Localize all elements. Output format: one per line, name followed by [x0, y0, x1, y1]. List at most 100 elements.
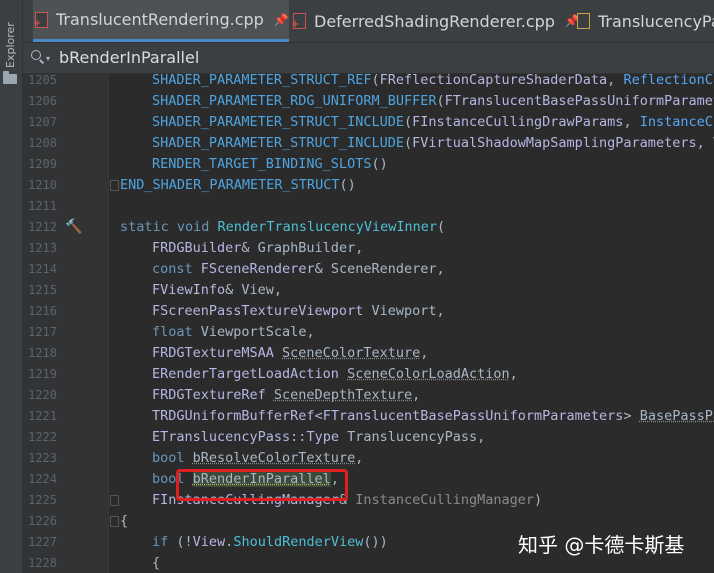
code-line[interactable]: 1218 FRDGTextureMSAA SceneColorTexture,	[23, 343, 714, 364]
code-token: Viewport,	[363, 303, 445, 319]
code-text: static void RenderTranslucencyViewInner(	[120, 217, 445, 238]
code-text: float ViewportScale,	[152, 322, 315, 343]
code-token: ,	[509, 366, 518, 382]
code-token: ,	[623, 114, 640, 130]
code-token: ERenderTargetLoadAction	[152, 366, 348, 382]
code-line[interactable]: 1212 🔨 static void RenderTranslucencyViewI…	[23, 217, 714, 238]
code-token: & SceneRenderer,	[314, 261, 445, 277]
cpp-file-icon: +	[291, 13, 307, 30]
code-token: FReflectionCaptureShaderData	[379, 74, 608, 88]
code-line[interactable]: 1216 FScreenPassTextureViewport Viewport,	[23, 301, 714, 322]
code-token: FRDGTextureMSAA	[152, 345, 283, 361]
code-token: SHADER_PARAMETER_STRUCT_INCLUDE	[152, 135, 404, 151]
code-line[interactable]: 1207 SHADER_PARAMETER_STRUCT_INCLUDE(FIns…	[23, 112, 714, 133]
code-token: SceneDepthTexture	[273, 387, 413, 403]
line-number: 1211	[28, 199, 57, 213]
code-token: Type	[306, 429, 339, 445]
code-text: ERenderTargetLoadAction SceneColorLoadAc…	[152, 364, 518, 385]
code-token: SceneColorTexture	[282, 345, 421, 361]
line-number: 1224	[28, 472, 57, 486]
code-token: SHADER_PARAMETER_STRUCT_REF	[152, 74, 372, 88]
code-line[interactable]: 1210 END_SHADER_PARAMETER_STRUCT()	[23, 175, 714, 196]
code-text: FRDGTextureMSAA SceneColorTexture,	[152, 343, 428, 364]
hammer-icon[interactable]: 🔨	[65, 220, 82, 234]
code-line[interactable]: 1217 float ViewportScale,	[23, 322, 714, 343]
code-line[interactable]: 1214 const FSceneRenderer& SceneRenderer,	[23, 259, 714, 280]
explorer-label-box: Explorer	[2, 8, 20, 68]
code-token: const	[152, 261, 201, 277]
code-text: FRDGBuilder& GraphBuilder,	[152, 238, 363, 259]
code-line[interactable]: 1219 ERenderTargetLoadAction SceneColorLo…	[23, 364, 714, 385]
code-line[interactable]: 1208 SHADER_PARAMETER_STRUCT_INCLUDE(FVir…	[23, 133, 714, 154]
tab-label: TranslucentRendering.cpp	[56, 10, 264, 29]
code-token: ,	[355, 450, 364, 466]
code-token: ()	[371, 156, 388, 172]
code-line[interactable]: 1222 ETranslucencyPass::Type Translucency…	[23, 427, 714, 448]
code-line[interactable]: 1213 FRDGBuilder& GraphBuilder,	[23, 238, 714, 259]
code-text: const FSceneRenderer& SceneRenderer,	[152, 259, 445, 280]
code-token: (	[403, 114, 413, 130]
fold-marker-icon[interactable]	[110, 495, 119, 506]
code-line[interactable]: 1221 TRDGUniformBufferRef<FTranslucentBas…	[23, 406, 714, 427]
tab-translucency-pass[interactable]: TranslucencyPas	[575, 0, 714, 42]
code-token: & View,	[225, 282, 283, 298]
code-token: TRDGUniformBufferRef	[152, 408, 315, 424]
chevron-down-icon[interactable]: ▾	[46, 54, 50, 63]
line-number: 1215	[28, 283, 57, 297]
code-line[interactable]: 1223 bool bResolveColorTexture,	[23, 448, 714, 469]
line-number: 1226	[28, 514, 57, 528]
code-token: FRDGBuilder	[152, 240, 242, 256]
code-line[interactable]: 1215 FViewInfo& View,	[23, 280, 714, 301]
search-input[interactable]	[59, 46, 459, 68]
code-token: FTranslucentBasePassUniformParamete	[444, 93, 714, 109]
code-token: FViewInfo	[152, 282, 226, 298]
line-number: 1209	[28, 157, 57, 171]
fold-marker-icon[interactable]	[110, 516, 119, 527]
code-line[interactable]: 1209 RENDER_TARGET_BINDING_SLOTS()	[23, 154, 714, 175]
code-token: {	[120, 513, 129, 529]
code-token: ,	[420, 345, 429, 361]
line-number: 1223	[28, 451, 57, 465]
code-text: RENDER_TARGET_BINDING_SLOTS()	[152, 154, 388, 175]
tab-deferred-shading-renderer[interactable]: + DeferredShadingRenderer.cpp 📌	[291, 0, 580, 42]
code-token: bool	[152, 450, 193, 466]
line-number: 1228	[28, 556, 57, 570]
code-token: FVirtualShadowMapSamplingParameters	[412, 135, 697, 151]
code-token: ShouldRenderView	[233, 534, 364, 550]
code-token: (	[403, 135, 413, 151]
explorer-sidebar[interactable]: Explorer	[0, 0, 23, 573]
code-line[interactable]: 1225 FInstanceCullingManager& InstanceCul…	[23, 490, 714, 511]
code-token: & GraphBuilder,	[241, 240, 364, 256]
code-token: RENDER_TARGET_BINDING_SLOTS	[152, 156, 372, 172]
tab-translucent-rendering[interactable]: + TranslucentRendering.cpp 📌	[33, 0, 289, 42]
line-number: 1219	[28, 367, 57, 381]
pin-icon[interactable]: 📌	[274, 13, 289, 27]
code-editor[interactable]: 1205 SHADER_PARAMETER_STRUCT_REF(FReflect…	[23, 74, 714, 573]
fold-marker-icon[interactable]	[110, 180, 119, 191]
code-line[interactable]: 1211	[23, 196, 714, 217]
code-line[interactable]: 1206 SHADER_PARAMETER_RDG_UNIFORM_BUFFER(…	[23, 91, 714, 112]
code-text: bool bResolveColorTexture,	[152, 448, 363, 469]
code-text: FRDGTextureRef SceneDepthTexture,	[152, 385, 420, 406]
code-token: ())	[363, 534, 388, 550]
code-line[interactable]: 1224 bool bRenderInParallel,	[23, 469, 714, 490]
code-token: SHADER_PARAMETER_RDG_UNIFORM_BUFFER	[152, 93, 437, 109]
code-text: END_SHADER_PARAMETER_STRUCT()	[120, 175, 356, 196]
code-token: (	[371, 74, 380, 88]
code-token: if	[152, 534, 177, 550]
code-text: TRDGUniformBufferRef<FTranslucentBasePas…	[152, 406, 714, 427]
search-icon[interactable]	[31, 50, 45, 64]
folder-icon[interactable]	[3, 71, 17, 84]
code-line[interactable]: 1220 FRDGTextureRef SceneDepthTexture,	[23, 385, 714, 406]
code-line[interactable]: 1205 SHADER_PARAMETER_STRUCT_REF(FReflect…	[23, 74, 714, 91]
code-token: TranslucencyPass,	[338, 429, 486, 445]
explorer-label[interactable]: Explorer	[4, 22, 17, 68]
code-token: FRDGTextureRef	[152, 387, 274, 403]
code-token: ::	[290, 429, 307, 445]
code-token: <	[314, 408, 323, 424]
code-token: ()	[339, 177, 356, 193]
tab-label: DeferredShadingRenderer.cpp	[314, 11, 555, 31]
code-token: ,	[607, 74, 624, 88]
line-number: 1225	[28, 493, 57, 507]
find-bar: ▾	[23, 43, 714, 74]
